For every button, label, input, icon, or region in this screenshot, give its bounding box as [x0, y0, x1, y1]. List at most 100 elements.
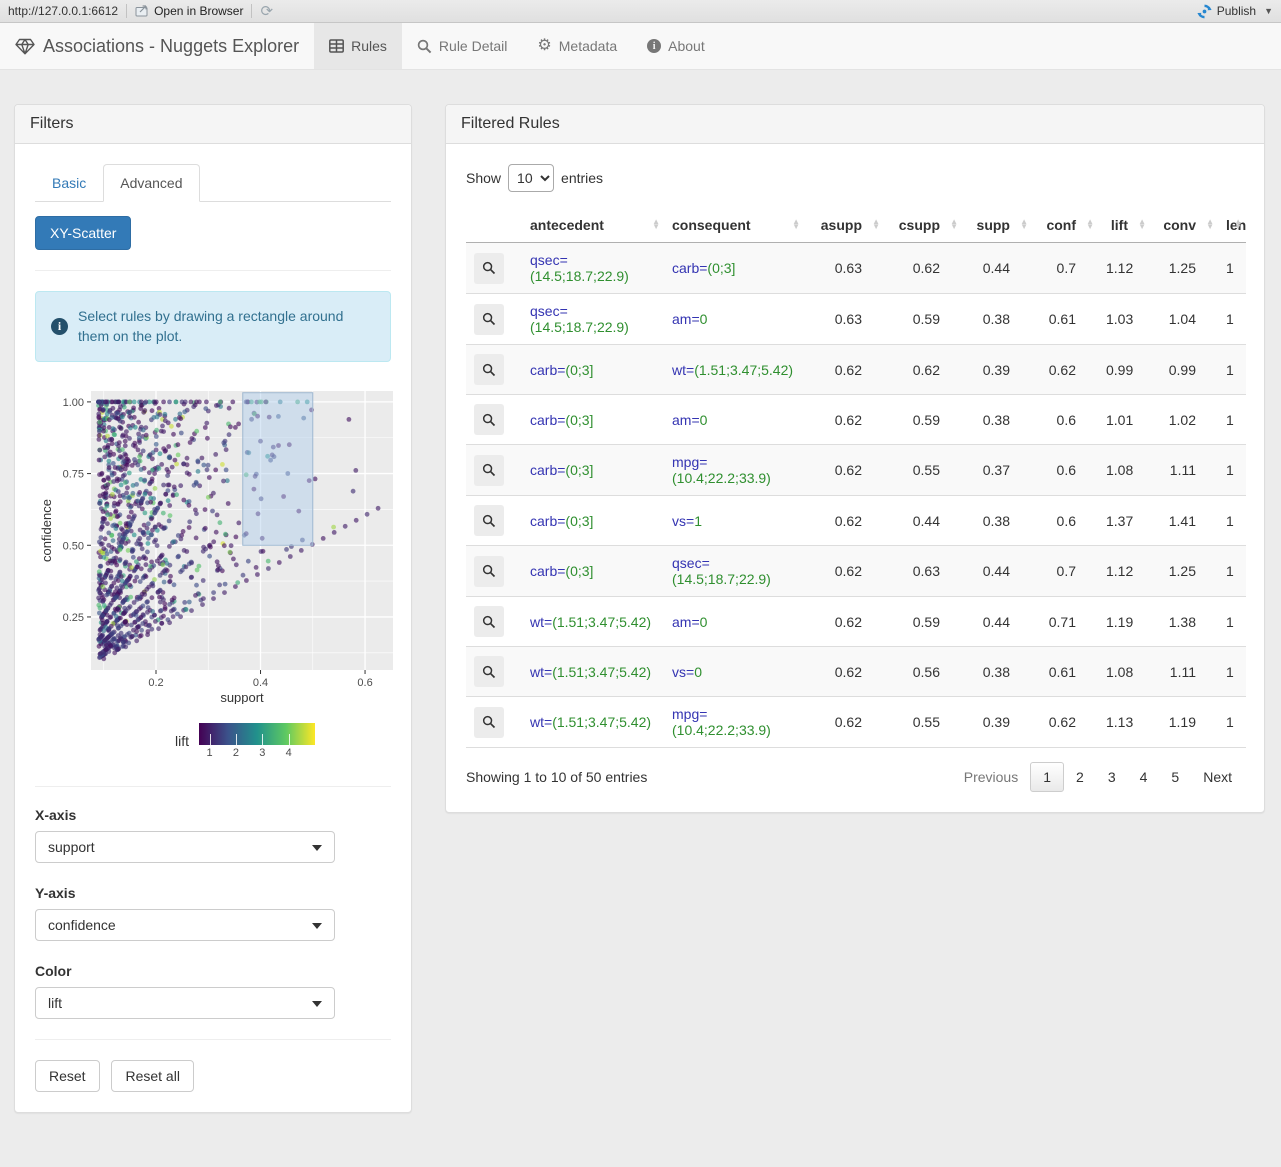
svg-text:0.4: 0.4 — [253, 677, 268, 689]
sort-icons: ▲ ▼ — [950, 217, 958, 231]
rule-detail-button[interactable] — [474, 505, 504, 536]
column-header-supp[interactable]: supp ▲ ▼ — [962, 208, 1032, 243]
chevron-down-icon — [312, 844, 322, 851]
rule-attribute: wt= — [672, 361, 695, 378]
svg-text:0.75: 0.75 — [63, 468, 84, 480]
supp-cell: 0.39 — [962, 696, 1032, 748]
reset-all-button[interactable]: Reset all — [111, 1059, 194, 1092]
tab-advanced[interactable]: Advanced — [103, 164, 200, 202]
tab-metadata[interactable]: ⚙ Metadata — [522, 23, 632, 69]
len-cell: 1 — [1218, 545, 1246, 597]
rule-detail-button[interactable] — [474, 656, 504, 687]
rule-value: (1.51;3.47;5.42) — [694, 361, 794, 378]
table-row: wt=(1.51;3.47;5.42) mpg=(10.4;22.2;33.9) 0… — [466, 696, 1246, 748]
antecedent-cell: carb=(0;3] — [522, 444, 664, 496]
tab-rules[interactable]: Rules — [314, 23, 402, 69]
magnifier-icon — [482, 514, 496, 527]
asupp-cell: 0.62 — [804, 596, 884, 647]
rule-value: (0;3] — [565, 512, 594, 529]
reset-button[interactable]: Reset — [35, 1059, 100, 1092]
rule-value: (0;3] — [707, 260, 736, 276]
conv-cell: 1.25 — [1150, 545, 1218, 597]
rule-value: (0;3] — [565, 563, 594, 579]
supp-cell: 0.44 — [962, 545, 1032, 597]
page-button-2[interactable]: 2 — [1064, 763, 1096, 791]
rule-detail-button[interactable] — [474, 404, 504, 435]
rule-detail-button[interactable] — [474, 354, 504, 385]
rule-detail-button[interactable] — [474, 252, 504, 284]
column-header-lift[interactable]: lift ▲ ▼ — [1098, 208, 1150, 243]
tab-basic[interactable]: Basic — [35, 164, 103, 202]
rule-detail-button[interactable] — [474, 606, 504, 637]
supp-cell: 0.44 — [962, 242, 1032, 294]
column-header-len[interactable]: len ▲ ▼ — [1218, 208, 1246, 243]
column-header-conf[interactable]: conf ▲ ▼ — [1032, 208, 1098, 243]
tab-rule-detail[interactable]: Rule Detail — [402, 23, 522, 69]
column-header-consequent[interactable]: consequent ▲ ▼ — [664, 208, 804, 243]
magnifier-icon — [482, 463, 496, 477]
y-axis-select[interactable]: confidence — [35, 908, 335, 941]
legend-tick — [262, 733, 264, 745]
tab-about[interactable]: i About — [632, 23, 720, 69]
len-cell: 1 — [1218, 696, 1246, 748]
rule-attribute: carb= — [672, 260, 708, 276]
open-in-browser-button[interactable]: Open in Browser — [135, 4, 243, 18]
len-cell: 1 — [1218, 596, 1246, 647]
sort-icons: ▲ ▼ — [872, 217, 880, 231]
scatter-plot[interactable]: 0.25 0.50 0.75 1.00 0.2 0.4 0.6 support confiden… — [39, 388, 393, 760]
table-icon — [329, 39, 345, 53]
rule-value: (1.51;3.47;5.42) — [552, 613, 652, 630]
antecedent-cell: carb=(0;3] — [522, 495, 664, 546]
lift-cell: 1.03 — [1098, 293, 1150, 345]
column-header-asupp[interactable]: asupp ▲ ▼ — [804, 208, 884, 243]
rule-detail-button[interactable] — [474, 454, 504, 486]
conv-cell: 1.11 — [1150, 444, 1218, 496]
rule-value: 0 — [699, 411, 708, 428]
info-icon: i — [647, 39, 662, 53]
rule-attribute: wt= — [530, 613, 553, 630]
page-button-3[interactable]: 3 — [1096, 763, 1128, 791]
publish-button[interactable]: Publish — [1217, 4, 1256, 18]
info-circle-icon: i — [51, 317, 68, 335]
page-length-select[interactable]: 10 — [508, 164, 555, 192]
column-header-conv[interactable]: conv ▲ ▼ — [1150, 208, 1218, 243]
rule-value: (0;3] — [565, 462, 594, 478]
table-row: carb=(0;3] vs=1 0.62 0.44 0.38 0.6 1.37 1.41 1 — [466, 495, 1246, 546]
svg-text:0.2: 0.2 — [148, 677, 163, 689]
csupp-cell: 0.62 — [884, 242, 962, 294]
rule-value: (14.5;18.7;22.9) — [530, 319, 629, 335]
svg-text:support: support — [220, 690, 264, 704]
color-select[interactable]: lift — [35, 986, 335, 1019]
conv-cell: 0.99 — [1150, 344, 1218, 395]
sort-icons: ▲ ▼ — [1020, 217, 1028, 231]
csupp-cell: 0.59 — [884, 394, 962, 445]
divider — [251, 4, 253, 18]
column-header-antecedent[interactable]: antecedent ▲ ▼ — [522, 208, 664, 243]
len-cell: 1 — [1218, 646, 1246, 697]
sort-icons: ▲ ▼ — [652, 217, 660, 231]
previous-page-button[interactable]: Previous — [952, 763, 1030, 791]
scatter-plot-canvas[interactable]: 0.25 0.50 0.75 1.00 0.2 0.4 0.6 support confiden… — [39, 388, 395, 705]
page-button-5[interactable]: 5 — [1159, 763, 1191, 791]
plot-help-alert: i Select rules by drawing a rectangle ar… — [35, 291, 391, 362]
publish-caret-icon[interactable]: ▼ — [1264, 6, 1273, 16]
consequent-cell: mpg=(10.4;22.2;33.9) — [664, 696, 804, 748]
plot-help-text: Select rules by drawing a rectangle arou… — [78, 308, 344, 345]
xy-scatter-button[interactable]: XY-Scatter — [35, 216, 132, 250]
chevron-down-icon — [312, 922, 322, 929]
rule-detail-button[interactable] — [474, 303, 504, 335]
reload-icon[interactable]: ⟳ — [260, 4, 273, 19]
svg-text:1.00: 1.00 — [63, 396, 84, 408]
x-axis-select[interactable]: support — [35, 830, 335, 863]
rule-detail-button[interactable] — [474, 555, 504, 587]
page-button-4[interactable]: 4 — [1128, 763, 1160, 791]
rule-detail-button[interactable] — [474, 706, 504, 738]
page-button-1[interactable]: 1 — [1030, 762, 1065, 792]
column-header-csupp[interactable]: csupp ▲ ▼ — [884, 208, 962, 243]
conf-cell: 0.61 — [1032, 646, 1098, 697]
rule-value: (1.51;3.47;5.42) — [552, 714, 652, 730]
next-page-button[interactable]: Next — [1191, 763, 1244, 791]
lift-cell: 1.13 — [1098, 696, 1150, 748]
conf-cell: 0.71 — [1032, 596, 1098, 647]
conv-cell: 1.19 — [1150, 696, 1218, 748]
